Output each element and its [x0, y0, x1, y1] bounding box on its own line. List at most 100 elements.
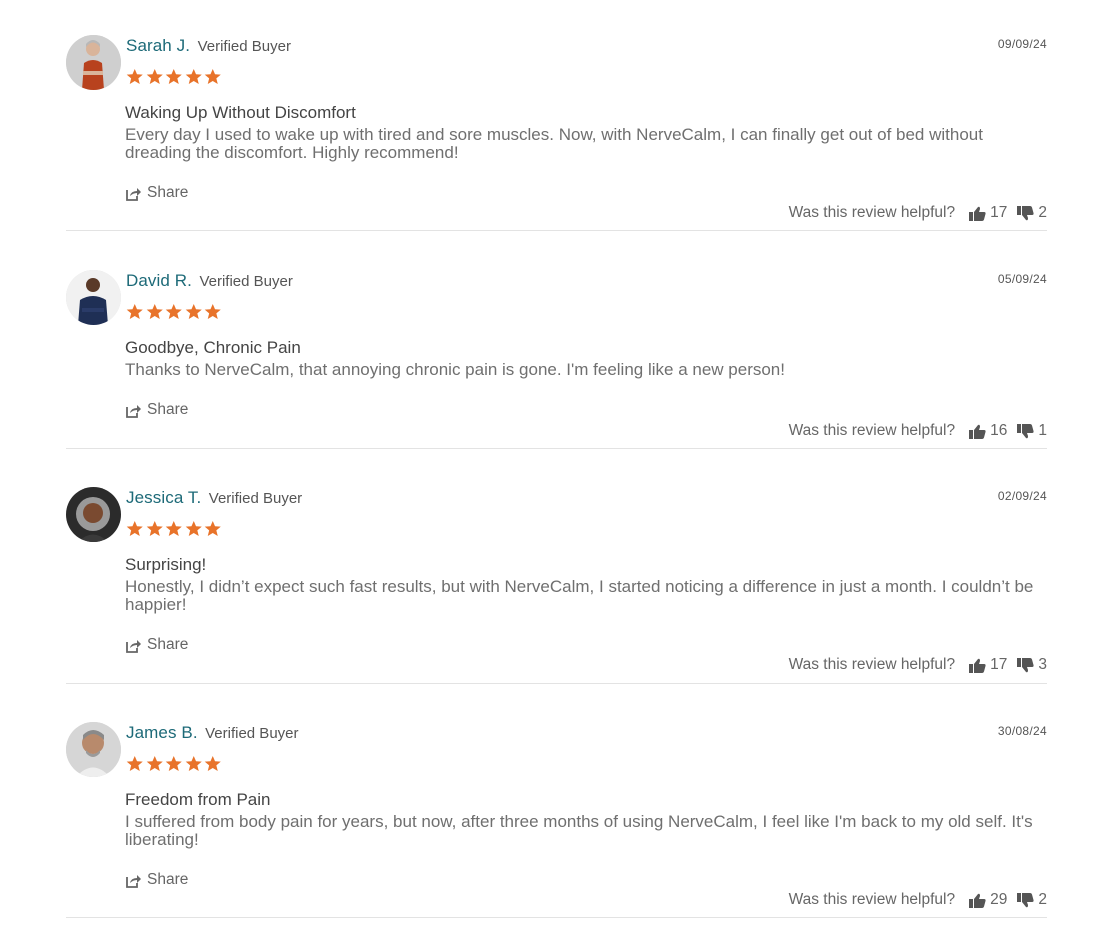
share-label: Share — [147, 636, 189, 653]
share-icon — [126, 639, 141, 653]
downvote-count: 1 — [1038, 422, 1047, 439]
thumbs-up-button[interactable]: 29 — [969, 891, 1007, 909]
woman-portrait-icon — [66, 487, 121, 542]
thumbs-down-button[interactable]: 2 — [1017, 204, 1047, 222]
helpful-row: Was this review helpful? 29 2 — [789, 891, 1047, 909]
man-portrait-icon — [66, 270, 121, 325]
verified-badge: Verified Buyer — [197, 38, 291, 55]
star-icon — [146, 303, 163, 320]
star-icon — [165, 68, 182, 85]
review-card: David R. Verified Buyer 05/09/24 Goodbye… — [66, 270, 1047, 449]
star-icon — [185, 520, 202, 537]
star-icon — [126, 303, 143, 320]
star-icon — [185, 755, 202, 772]
thumbs-up-icon — [969, 206, 986, 221]
review-body: Thanks to NerveCalm, that annoying chron… — [125, 360, 785, 379]
star-icon — [204, 68, 221, 85]
review-date: 30/08/24 — [997, 724, 1047, 738]
thumbs-up-icon — [969, 893, 986, 908]
star-icon — [126, 755, 143, 772]
review-date: 02/09/24 — [997, 489, 1047, 503]
review-card: James B. Verified Buyer 30/08/24 Freedom… — [66, 722, 1047, 918]
review-title: Waking Up Without Discomfort — [125, 103, 356, 122]
upvote-count: 17 — [990, 656, 1008, 673]
thumbs-down-button[interactable]: 1 — [1017, 422, 1047, 440]
share-button[interactable]: Share — [125, 184, 188, 202]
verified-badge: Verified Buyer — [205, 725, 299, 742]
review-body: Honestly, I didn’t expect such fast resu… — [125, 577, 1034, 614]
reviewer-name: James B. — [126, 723, 198, 742]
share-button[interactable]: Share — [125, 871, 188, 889]
downvote-count: 3 — [1038, 656, 1047, 673]
upvote-count: 17 — [990, 204, 1008, 221]
review-title: Freedom from Pain — [125, 790, 271, 809]
review-card: Sarah J. Verified Buyer 09/09/24 Waking … — [66, 35, 1047, 231]
star-rating — [125, 303, 223, 320]
reviewer-name-line: James B. Verified Buyer — [126, 723, 299, 743]
star-icon — [204, 520, 221, 537]
star-rating — [125, 755, 223, 772]
share-label: Share — [147, 401, 189, 418]
verified-badge: Verified Buyer — [208, 490, 303, 507]
thumbs-up-button[interactable]: 17 — [969, 656, 1007, 674]
star-icon — [185, 303, 202, 320]
downvote-count: 2 — [1038, 204, 1047, 221]
star-icon — [126, 520, 143, 537]
star-icon — [146, 68, 163, 85]
reviewer-avatar — [66, 722, 121, 777]
star-icon — [126, 68, 143, 85]
review-date: 09/09/24 — [997, 37, 1047, 51]
star-icon — [185, 68, 202, 85]
helpful-row: Was this review helpful? 17 3 — [789, 656, 1047, 674]
review-card: Jessica T. Verified Buyer 02/09/24 Surpr… — [66, 487, 1047, 684]
share-label: Share — [147, 871, 189, 888]
reviewer-name-line: Sarah J. Verified Buyer — [126, 36, 291, 56]
star-icon — [146, 520, 163, 537]
reviewer-avatar — [66, 35, 121, 90]
thumbs-down-icon — [1017, 205, 1034, 220]
star-icon — [165, 755, 182, 772]
reviewer-name-line: Jessica T. Verified Buyer — [126, 488, 302, 508]
review-title: Surprising! — [125, 555, 207, 574]
helpful-prompt: Was this review helpful? — [788, 422, 956, 439]
verified-badge: Verified Buyer — [199, 273, 293, 290]
reviewer-avatar — [66, 487, 121, 542]
upvote-count: 29 — [990, 891, 1008, 908]
thumbs-down-button[interactable]: 3 — [1017, 656, 1047, 674]
thumbs-up-icon — [969, 424, 986, 439]
review-date: 05/09/24 — [997, 272, 1047, 286]
share-button[interactable]: Share — [125, 636, 188, 654]
star-rating — [125, 68, 223, 85]
thumbs-up-button[interactable]: 17 — [969, 204, 1007, 222]
share-icon — [126, 874, 141, 888]
thumbs-down-icon — [1017, 657, 1034, 672]
reviewer-name: Jessica T. — [126, 488, 202, 507]
review-title: Goodbye, Chronic Pain — [125, 338, 301, 357]
helpful-prompt: Was this review helpful? — [788, 204, 956, 221]
helpful-row: Was this review helpful? 16 1 — [789, 422, 1047, 440]
share-label: Share — [147, 184, 189, 201]
woman-portrait-icon — [66, 35, 121, 90]
helpful-prompt: Was this review helpful? — [788, 656, 956, 673]
upvote-count: 16 — [990, 422, 1008, 439]
helpful-prompt: Was this review helpful? — [788, 891, 956, 908]
share-button[interactable]: Share — [125, 401, 188, 419]
thumbs-down-icon — [1017, 423, 1034, 438]
thumbs-down-icon — [1017, 892, 1034, 907]
star-icon — [204, 755, 221, 772]
thumbs-down-button[interactable]: 2 — [1017, 891, 1047, 909]
star-icon — [165, 520, 182, 537]
share-icon — [126, 187, 141, 201]
downvote-count: 2 — [1038, 891, 1047, 908]
star-icon — [204, 303, 221, 320]
star-rating — [125, 520, 223, 537]
thumbs-up-button[interactable]: 16 — [969, 422, 1007, 440]
reviewer-name: David R. — [126, 271, 192, 290]
review-body: I suffered from body pain for years, but… — [125, 812, 1033, 849]
reviewer-avatar — [66, 270, 121, 325]
thumbs-up-icon — [969, 658, 986, 673]
reviewer-name: Sarah J. — [126, 36, 191, 55]
helpful-row: Was this review helpful? 17 2 — [789, 204, 1047, 222]
star-icon — [165, 303, 182, 320]
star-icon — [146, 755, 163, 772]
